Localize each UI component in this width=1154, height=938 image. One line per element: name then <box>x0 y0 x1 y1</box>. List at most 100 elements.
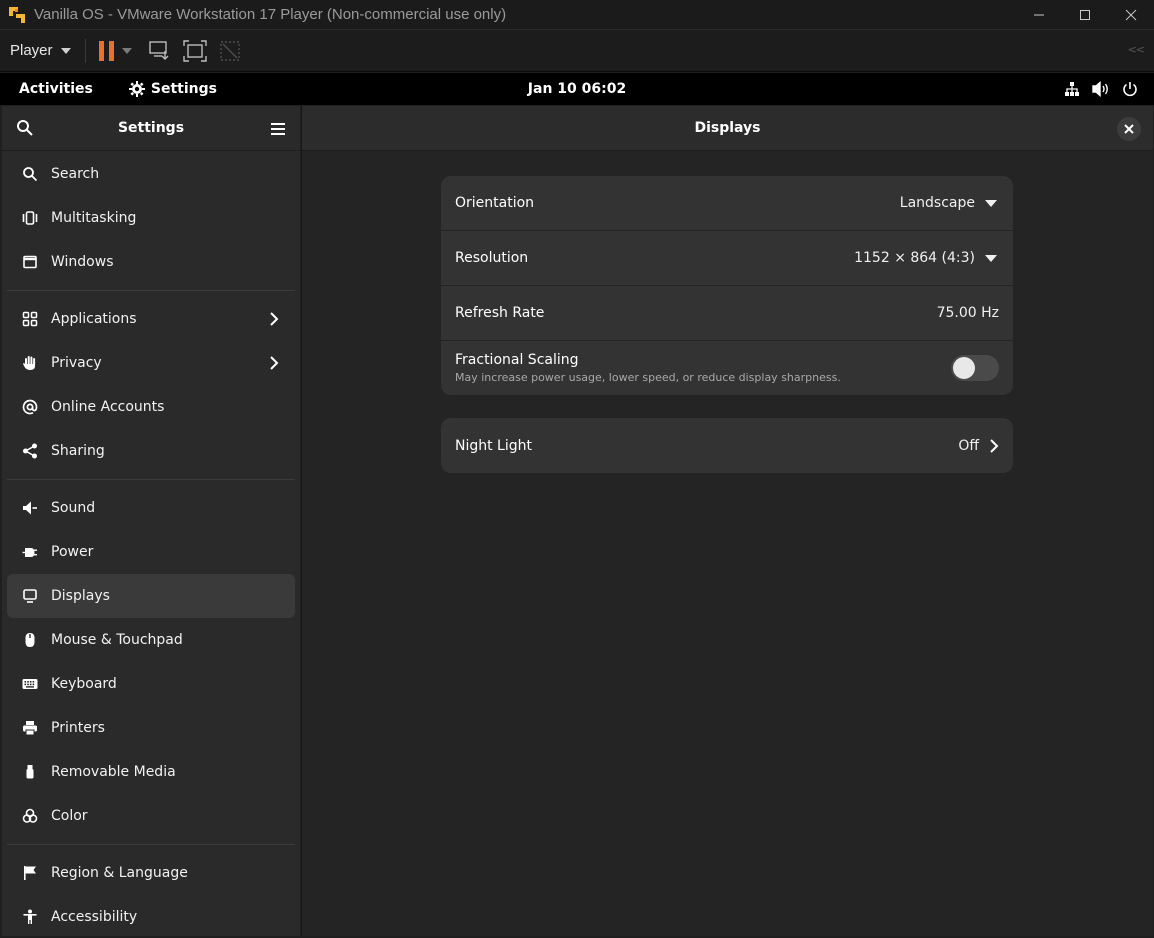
windows-icon <box>21 253 39 271</box>
sidebar-item-label: Privacy <box>51 355 102 371</box>
vm-titlebar: Vanilla OS - VMware Workstation 17 Playe… <box>0 0 1154 30</box>
toggle-knob <box>953 357 975 379</box>
maximize-icon[interactable] <box>1062 0 1108 30</box>
color-icon <box>21 807 39 825</box>
toolbar-collapse-icon[interactable]: << <box>1128 43 1145 56</box>
main-header: Displays <box>302 106 1153 151</box>
toolbar-divider <box>84 38 86 63</box>
sidebar-item-sharing[interactable]: Sharing <box>7 429 295 473</box>
sidebar-item-search[interactable]: Search <box>7 152 295 196</box>
minimize-icon[interactable] <box>1016 0 1062 30</box>
send-ctrl-alt-del-icon[interactable] <box>148 39 172 63</box>
sidebar-item-label: Online Accounts <box>51 399 165 415</box>
full-screen-icon[interactable] <box>182 39 208 63</box>
privacy-hand-icon <box>21 354 39 372</box>
sidebar-item-label: Multitasking <box>51 210 137 226</box>
display-icon <box>21 587 39 605</box>
settings-sidebar: Settings Search Multitasking Windows App… <box>2 106 300 936</box>
orientation-row[interactable]: Orientation Landscape <box>441 176 1013 231</box>
mouse-icon <box>21 631 39 649</box>
multitasking-icon <box>21 209 39 227</box>
chevron-right-icon <box>989 438 999 454</box>
chevron-right-icon <box>269 355 279 375</box>
chevron-right-icon <box>269 311 279 331</box>
sidebar-item-label: Windows <box>51 254 114 270</box>
sidebar-item-keyboard[interactable]: Keyboard <box>7 662 295 706</box>
page-title: Displays <box>694 120 761 136</box>
system-status-area[interactable] <box>1064 81 1138 97</box>
settings-main-panel: Displays Orientation Landscape Resolutio… <box>301 106 1153 936</box>
sidebar-item-label: Region & Language <box>51 865 188 881</box>
close-icon <box>1124 124 1134 134</box>
sidebar-item-power[interactable]: Power <box>7 530 295 574</box>
night-light-value: Off <box>958 437 979 454</box>
network-icon <box>1065 82 1079 96</box>
search-icon <box>21 165 39 183</box>
app-menu-button[interactable]: Settings <box>128 81 217 97</box>
sidebar-item-online-accounts[interactable]: Online Accounts <box>7 385 295 429</box>
at-sign-icon <box>21 398 39 416</box>
sidebar-list: Search Multitasking Windows Applications… <box>2 151 300 938</box>
gnome-top-bar: Jan 10 06:02 Activities Settings <box>0 73 1154 105</box>
sidebar-item-color[interactable]: Color <box>7 794 295 838</box>
resolution-row[interactable]: Resolution 1152 × 864 (4:3) <box>441 231 1013 286</box>
printer-icon <box>21 719 39 737</box>
sidebar-item-sound[interactable]: Sound <box>7 486 295 530</box>
chevron-down-icon <box>60 47 71 54</box>
sidebar-item-removable-media[interactable]: Removable Media <box>7 750 295 794</box>
player-menu-button[interactable]: Player <box>10 42 71 59</box>
search-icon[interactable] <box>16 119 34 141</box>
sidebar-item-displays[interactable]: Displays <box>7 574 295 618</box>
accessibility-icon <box>21 908 39 926</box>
hamburger-menu-icon[interactable] <box>270 121 286 140</box>
sidebar-item-label: Search <box>51 166 100 182</box>
power-plug-icon <box>21 543 39 561</box>
refresh-rate-row: Refresh Rate 75.00 Hz <box>441 286 1013 341</box>
window-controls <box>1016 0 1154 30</box>
sidebar-item-accessibility[interactable]: Accessibility <box>7 895 295 938</box>
night-light-card: Night Light Off <box>441 418 1013 473</box>
flag-icon <box>21 864 39 882</box>
close-icon[interactable] <box>1108 0 1154 30</box>
fractional-scaling-description: May increase power usage, lower speed, o… <box>455 371 841 384</box>
vm-toolbar: Player << <box>0 30 1154 72</box>
share-icon <box>21 442 39 460</box>
dropdown-arrow-icon <box>985 254 997 262</box>
sidebar-divider <box>7 844 295 845</box>
night-light-row[interactable]: Night Light Off <box>441 418 1013 473</box>
sidebar-item-label: Sound <box>51 500 96 516</box>
fractional-scaling-toggle[interactable] <box>951 355 999 381</box>
sidebar-item-applications[interactable]: Applications <box>7 297 295 341</box>
sidebar-item-privacy[interactable]: Privacy <box>7 341 295 385</box>
orientation-label: Orientation <box>455 195 535 211</box>
activities-button[interactable]: Activities <box>19 81 93 97</box>
pause-dropdown-icon[interactable] <box>121 47 132 54</box>
sidebar-item-label: Keyboard <box>51 676 117 692</box>
sidebar-item-label: Accessibility <box>51 909 138 925</box>
sidebar-item-windows[interactable]: Windows <box>7 240 295 284</box>
speaker-icon <box>21 499 39 517</box>
sidebar-item-label: Applications <box>51 311 137 327</box>
fractional-scaling-label: Fractional Scaling <box>455 352 579 368</box>
fractional-scaling-text: Fractional Scaling May increase power us… <box>455 352 951 384</box>
sidebar-item-region-language[interactable]: Region & Language <box>7 851 295 895</box>
sidebar-item-printers[interactable]: Printers <box>7 706 295 750</box>
sidebar-item-mouse-touchpad[interactable]: Mouse & Touchpad <box>7 618 295 662</box>
orientation-value: Landscape <box>899 195 975 211</box>
sidebar-item-label: Removable Media <box>51 764 176 780</box>
sidebar-item-label: Displays <box>51 588 110 604</box>
unity-mode-icon[interactable] <box>218 39 242 63</box>
sidebar-item-label: Sharing <box>51 443 105 459</box>
sidebar-item-multitasking[interactable]: Multitasking <box>7 196 295 240</box>
close-button[interactable] <box>1117 117 1141 141</box>
sidebar-item-label: Color <box>51 808 88 824</box>
sidebar-title: Settings <box>117 120 185 136</box>
sidebar-header: Settings <box>2 106 300 151</box>
sidebar-item-label: Mouse & Touchpad <box>51 632 183 648</box>
player-menu-label: Player <box>10 42 53 59</box>
pause-icon[interactable] <box>98 40 116 62</box>
night-light-label: Night Light <box>455 437 532 454</box>
volume-icon <box>1092 81 1108 97</box>
vm-window-title: Vanilla OS - VMware Workstation 17 Playe… <box>34 6 507 23</box>
display-settings-card: Orientation Landscape Resolution 1152 × … <box>441 176 1013 395</box>
